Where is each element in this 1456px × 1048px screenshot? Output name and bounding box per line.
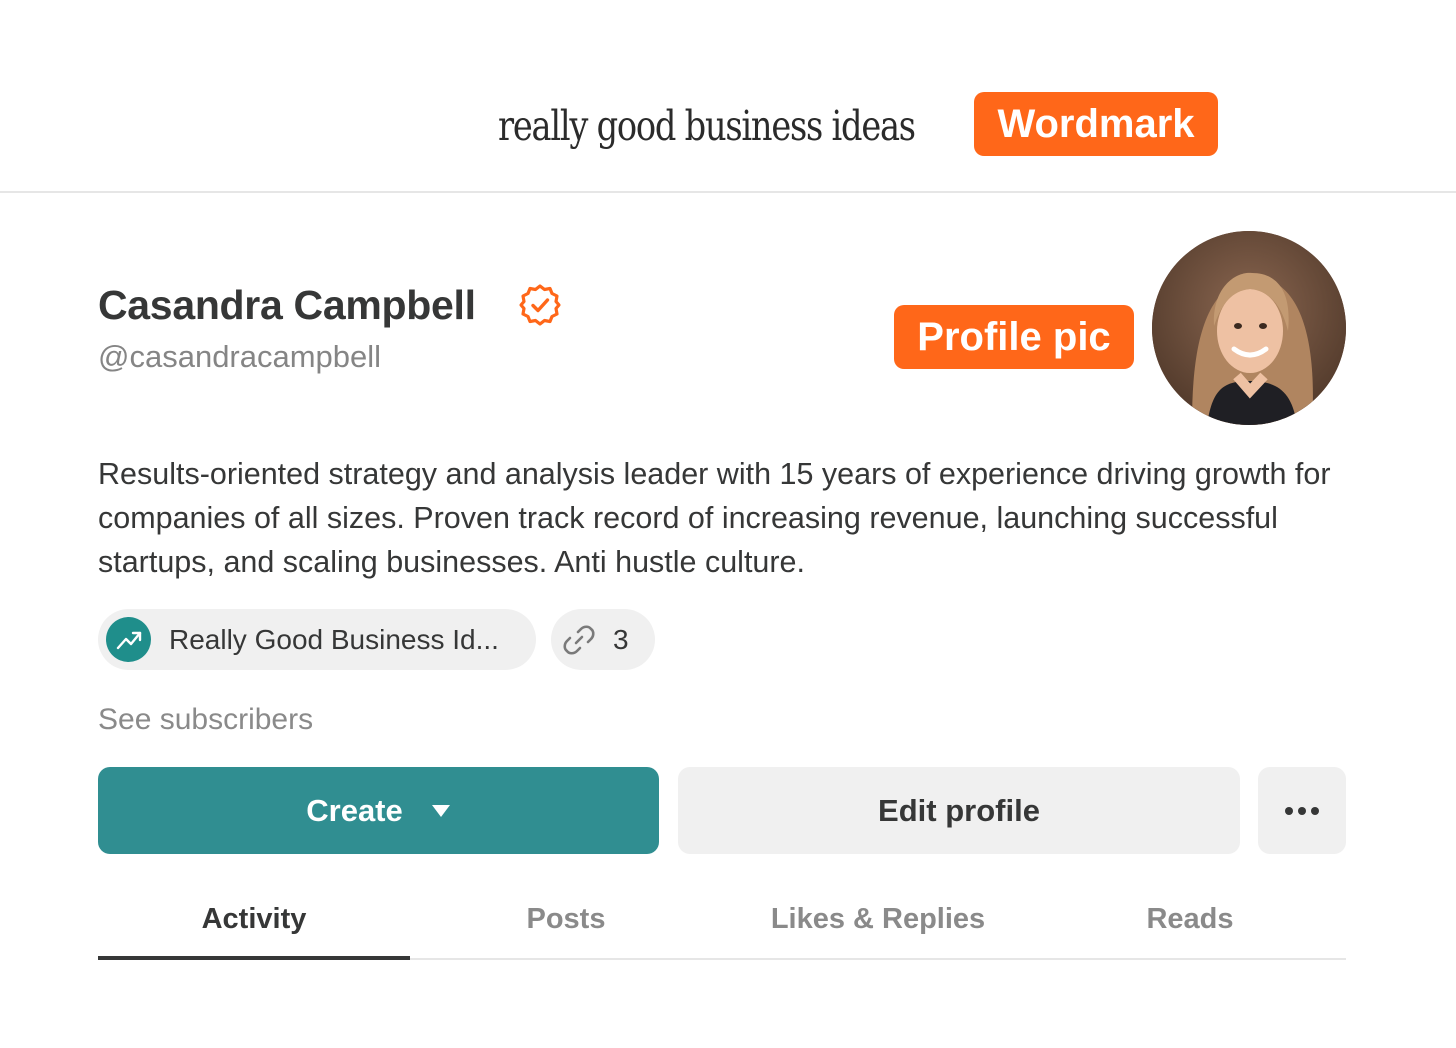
wordmark-annotation-tag: Wordmark: [974, 92, 1218, 156]
trending-up-icon: [116, 631, 141, 649]
links-count: 3: [613, 623, 629, 655]
links-pill[interactable]: 3: [551, 609, 655, 670]
publication-logo: [106, 617, 151, 662]
edit-profile-label: Edit profile: [878, 792, 1040, 828]
avatar-image: [1152, 231, 1346, 425]
see-subscribers-link[interactable]: See subscribers: [98, 700, 313, 740]
tab-activity[interactable]: Activity: [98, 880, 410, 960]
more-options-button[interactable]: [1258, 767, 1346, 854]
avatar[interactable]: [1152, 231, 1346, 425]
tab-likes-replies[interactable]: Likes & Replies: [722, 880, 1034, 958]
create-button[interactable]: Create: [98, 767, 659, 854]
verified-badge-icon: [519, 284, 561, 326]
tab-posts[interactable]: Posts: [410, 880, 722, 958]
caret-down-icon: [431, 804, 450, 817]
link-icon: [563, 624, 595, 655]
profile-tabs: Activity Posts Likes & Replies Reads: [98, 880, 1346, 960]
profile-handle: @casandracampbell: [98, 339, 382, 374]
profile-name: Casandra Campbell: [98, 282, 476, 328]
publication-wordmark[interactable]: really good business ideas: [498, 96, 916, 156]
create-button-label: Create: [306, 792, 403, 828]
publication-pill-label: Really Good Business Id...: [169, 623, 499, 655]
ellipsis-icon: [1285, 806, 1319, 815]
profile-pic-annotation-tag: Profile pic: [894, 305, 1134, 369]
publication-pill[interactable]: Really Good Business Id...: [98, 609, 536, 670]
site-header: really good business ideas Wordmark: [0, 0, 1456, 193]
edit-profile-button[interactable]: Edit profile: [678, 767, 1240, 854]
profile-bio: Results-oriented strategy and analysis l…: [98, 457, 1331, 579]
tab-reads[interactable]: Reads: [1034, 880, 1346, 958]
